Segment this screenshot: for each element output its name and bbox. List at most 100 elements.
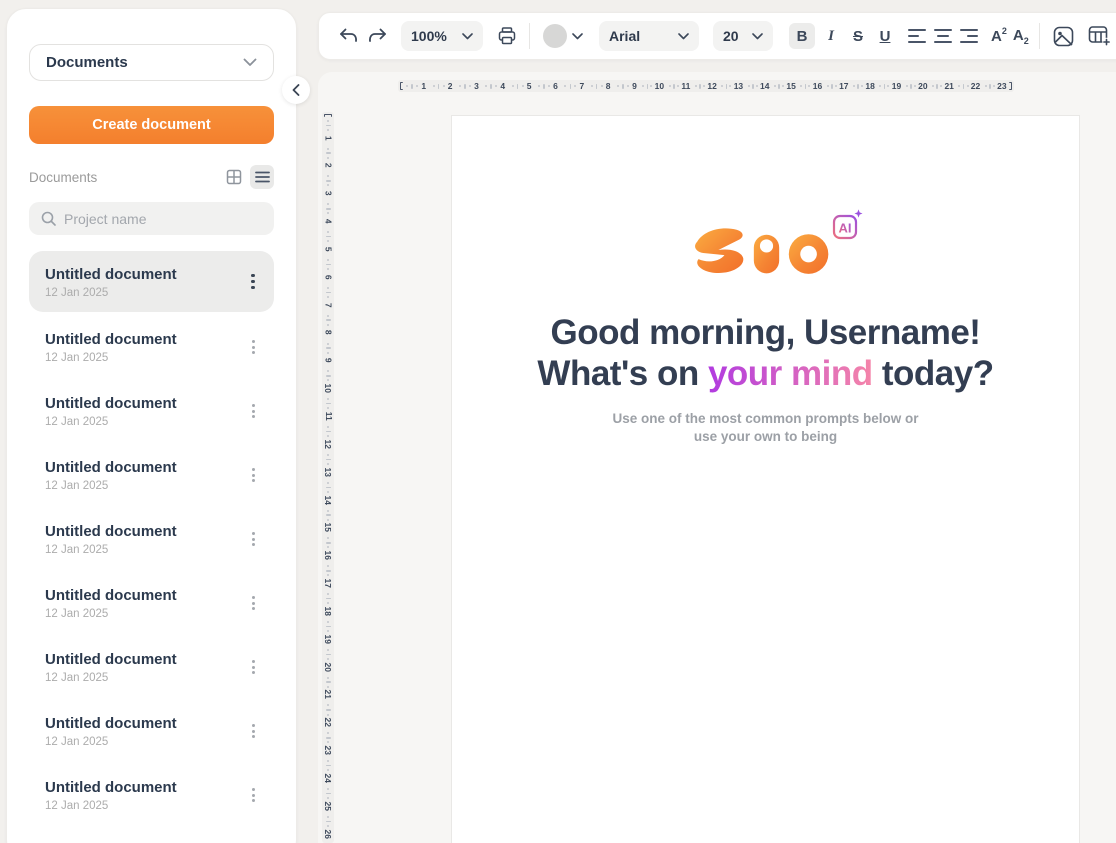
v-ruler-unit: 25: [323, 785, 332, 813]
redo-icon[interactable]: [367, 28, 387, 44]
document-title: Untitled document: [45, 265, 244, 284]
grid-view-icon[interactable]: [222, 165, 246, 189]
document-list-item[interactable]: Untitled document12 Jan 2025: [29, 571, 274, 635]
greeting-subtitle: Use one of the most common prompts below…: [452, 410, 1079, 446]
document-list-item[interactable]: Untitled document 12 Jan 2025: [29, 443, 274, 507]
color-chevron-down-icon[interactable]: [572, 33, 583, 40]
v-ruler-unit: 4: [326, 201, 331, 229]
document-list-item[interactable]: Untitled document 12 Jan 2025: [29, 763, 274, 827]
strikethrough-button[interactable]: S: [847, 23, 869, 49]
vertical-ruler[interactable]: 1234567891011121314151617181920212223242…: [322, 112, 334, 843]
v-ruler-unit: 26: [323, 813, 332, 841]
v-ruler-unit: 14: [323, 479, 332, 507]
create-document-button[interactable]: Create document: [29, 106, 274, 144]
align-left-icon[interactable]: [908, 29, 926, 43]
h-ruler-unit: 17: [825, 82, 851, 91]
h-ruler-unit: 19: [877, 82, 903, 91]
insert-image-icon[interactable]: [1053, 26, 1074, 47]
font-family-select[interactable]: Arial: [599, 21, 699, 51]
documents-list: Untitled document 12 Jan 2025 Untitled doc…: [29, 251, 274, 827]
document-date: 12 Jan 2025: [45, 672, 244, 684]
document-title: Untitled document: [45, 650, 244, 669]
h-ruler-unit: 6: [535, 82, 561, 91]
document-list-item[interactable]: Untitled document12 Jan 2025: [29, 507, 274, 571]
chevron-down-icon: [243, 58, 257, 67]
greeting-line1: Good morning, Username!: [452, 312, 1079, 353]
h-ruler-unit: 13: [719, 82, 745, 91]
h-ruler-unit: 2: [429, 82, 455, 91]
document-menu-button[interactable]: [244, 719, 262, 743]
document-title: Untitled document: [45, 458, 244, 477]
greeting-line2: What's on your mind today?: [452, 353, 1079, 394]
subscript-icon[interactable]: A2: [1013, 27, 1029, 46]
v-ruler-unit: 6: [326, 256, 331, 284]
printer-icon[interactable]: [497, 26, 517, 46]
document-title: Untitled document: [45, 522, 244, 541]
h-ruler-unit: 9: [614, 82, 640, 91]
align-right-icon[interactable]: [960, 29, 978, 43]
documents-list-header: Documents: [29, 165, 274, 189]
h-ruler-unit: 11: [666, 82, 692, 91]
document-list-item[interactable]: Untitled document12 Jan 2025: [29, 251, 274, 312]
h-ruler-unit: 23: [983, 82, 1009, 91]
underline-button[interactable]: U: [874, 23, 896, 49]
document-menu-button[interactable]: [244, 783, 262, 807]
font-size-value: 20: [723, 28, 739, 44]
horizontal-ruler[interactable]: 1234567891011121314151617181920212223: [398, 80, 1014, 92]
document-date: 12 Jan 2025: [45, 800, 244, 812]
ai-badge-icon: AI: [829, 206, 865, 242]
document-list-item[interactable]: Untitled document12 Jan 2025: [29, 315, 274, 379]
insert-table-icon[interactable]: [1088, 25, 1111, 47]
v-ruler-unit: 2: [326, 145, 331, 173]
v-ruler-unit: 17: [323, 563, 332, 591]
svg-text:AI: AI: [838, 221, 851, 236]
v-ruler-unit: 16: [323, 535, 332, 563]
document-menu-button[interactable]: [244, 591, 262, 615]
h-ruler-unit: 16: [798, 82, 824, 91]
document-menu-button[interactable]: [244, 527, 262, 551]
document-list-item[interactable]: Untitled document 12 Jan 2025: [29, 379, 274, 443]
workspace-selector-dropdown[interactable]: Documents: [29, 44, 274, 81]
document-menu-button[interactable]: [244, 270, 262, 294]
document-list-item[interactable]: Untitled document12 Jan 2025: [29, 699, 274, 763]
zoom-select[interactable]: 100%: [401, 21, 483, 51]
italic-button[interactable]: I: [820, 23, 842, 49]
undo-icon[interactable]: [339, 28, 359, 44]
h-ruler-unit: 4: [482, 82, 508, 91]
document-menu-button[interactable]: [244, 463, 262, 487]
v-ruler-unit: 11: [324, 395, 333, 423]
h-ruler-unit: 14: [745, 82, 771, 91]
sidebar-collapse-button[interactable]: [282, 76, 310, 104]
document-title: Untitled document: [45, 394, 244, 413]
toolbar-divider: [1039, 23, 1040, 49]
v-ruler-unit: 23: [323, 730, 332, 758]
document-date: 12 Jan 2025: [45, 480, 244, 492]
align-center-icon[interactable]: [934, 29, 952, 43]
document-menu-button[interactable]: [244, 335, 262, 359]
h-ruler-unit: 10: [640, 82, 666, 91]
document-title: Untitled document: [45, 330, 244, 349]
document-page[interactable]: AI Good morning, Username! What's on you…: [451, 115, 1080, 843]
document-list-item[interactable]: Untitled document 12 Jan 2025: [29, 635, 274, 699]
v-ruler-unit: 13: [323, 451, 332, 479]
font-size-select[interactable]: 20: [713, 21, 773, 51]
search-box: [29, 202, 274, 235]
v-ruler-unit: 18: [323, 590, 332, 618]
h-ruler-unit: 15: [772, 82, 798, 91]
h-ruler-unit: 21: [930, 82, 956, 91]
text-color-swatch[interactable]: [543, 24, 567, 48]
h-ruler-unit: 8: [587, 82, 613, 91]
documents-list-title: Documents: [29, 170, 222, 185]
superscript-icon[interactable]: A2: [991, 28, 1007, 45]
document-menu-button[interactable]: [244, 655, 262, 679]
editor-workspace: 1234567891011121314151617181920212223 12…: [318, 72, 1116, 843]
document-title: Untitled document: [45, 778, 244, 797]
document-date: 12 Jan 2025: [45, 416, 244, 428]
document-menu-button[interactable]: [244, 399, 262, 423]
list-view-icon[interactable]: [250, 165, 274, 189]
h-ruler-unit: 22: [956, 82, 982, 91]
search-input[interactable]: [64, 211, 262, 227]
h-ruler-unit: 7: [561, 82, 587, 91]
bold-button[interactable]: B: [789, 23, 815, 49]
v-ruler-unit: 20: [323, 646, 332, 674]
